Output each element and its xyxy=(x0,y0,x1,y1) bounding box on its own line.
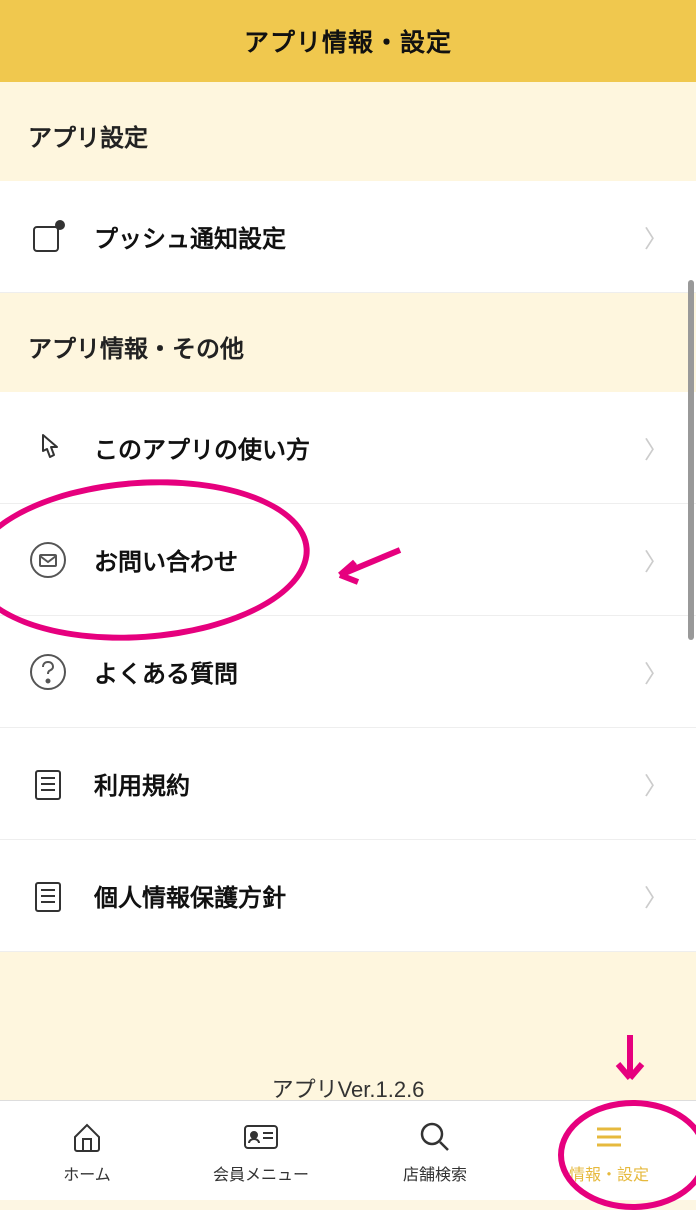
list-item-label: お問い合わせ xyxy=(94,542,644,577)
chevron-right-icon: 〉 xyxy=(644,766,668,801)
list-item-contact[interactable]: お問い合わせ 〉 xyxy=(0,504,696,616)
section-header-settings: アプリ設定 xyxy=(0,82,696,181)
notification-icon xyxy=(28,217,68,257)
pointer-icon xyxy=(28,428,68,468)
search-icon xyxy=(415,1117,455,1157)
list-item-label: よくある質問 xyxy=(94,654,644,689)
list-item-faq[interactable]: よくある質問 〉 xyxy=(0,616,696,728)
list-item-usage[interactable]: このアプリの使い方 〉 xyxy=(0,392,696,504)
chevron-right-icon: 〉 xyxy=(644,542,668,577)
list-item-privacy[interactable]: 個人情報保護方針 〉 xyxy=(0,840,696,952)
mail-icon xyxy=(28,540,68,580)
bottom-nav: ホーム 会員メニュー 店舗検索 xyxy=(0,1100,696,1200)
nav-search[interactable]: 店舗検索 xyxy=(348,1101,522,1200)
chevron-right-icon: 〉 xyxy=(644,654,668,689)
header: アプリ情報・設定 xyxy=(0,0,696,82)
list-item-label: プッシュ通知設定 xyxy=(94,219,644,254)
document-icon xyxy=(28,876,68,916)
section-header-info: アプリ情報・その他 xyxy=(0,293,696,392)
chevron-right-icon: 〉 xyxy=(644,430,668,465)
chevron-right-icon: 〉 xyxy=(644,878,668,913)
nav-label: 情報・設定 xyxy=(569,1161,649,1185)
nav-settings[interactable]: 情報・設定 xyxy=(522,1101,696,1200)
document-icon xyxy=(28,764,68,804)
nav-home[interactable]: ホーム xyxy=(0,1101,174,1200)
nav-member[interactable]: 会員メニュー xyxy=(174,1101,348,1200)
list-item-push-notifications[interactable]: プッシュ通知設定 〉 xyxy=(0,181,696,293)
menu-icon xyxy=(589,1117,629,1157)
chevron-right-icon: 〉 xyxy=(644,219,668,254)
spacer xyxy=(0,952,696,1032)
scrollbar[interactable] xyxy=(688,280,694,640)
nav-label: 店舗検索 xyxy=(403,1161,467,1185)
nav-label: ホーム xyxy=(63,1161,111,1185)
home-icon xyxy=(67,1117,107,1157)
page-title: アプリ情報・設定 xyxy=(244,23,452,59)
list-item-terms[interactable]: 利用規約 〉 xyxy=(0,728,696,840)
card-icon xyxy=(241,1117,281,1157)
nav-label: 会員メニュー xyxy=(213,1161,309,1185)
list-item-label: 個人情報保護方針 xyxy=(94,878,644,913)
question-icon xyxy=(28,652,68,692)
list-item-label: このアプリの使い方 xyxy=(94,430,644,465)
list-item-label: 利用規約 xyxy=(94,766,644,801)
